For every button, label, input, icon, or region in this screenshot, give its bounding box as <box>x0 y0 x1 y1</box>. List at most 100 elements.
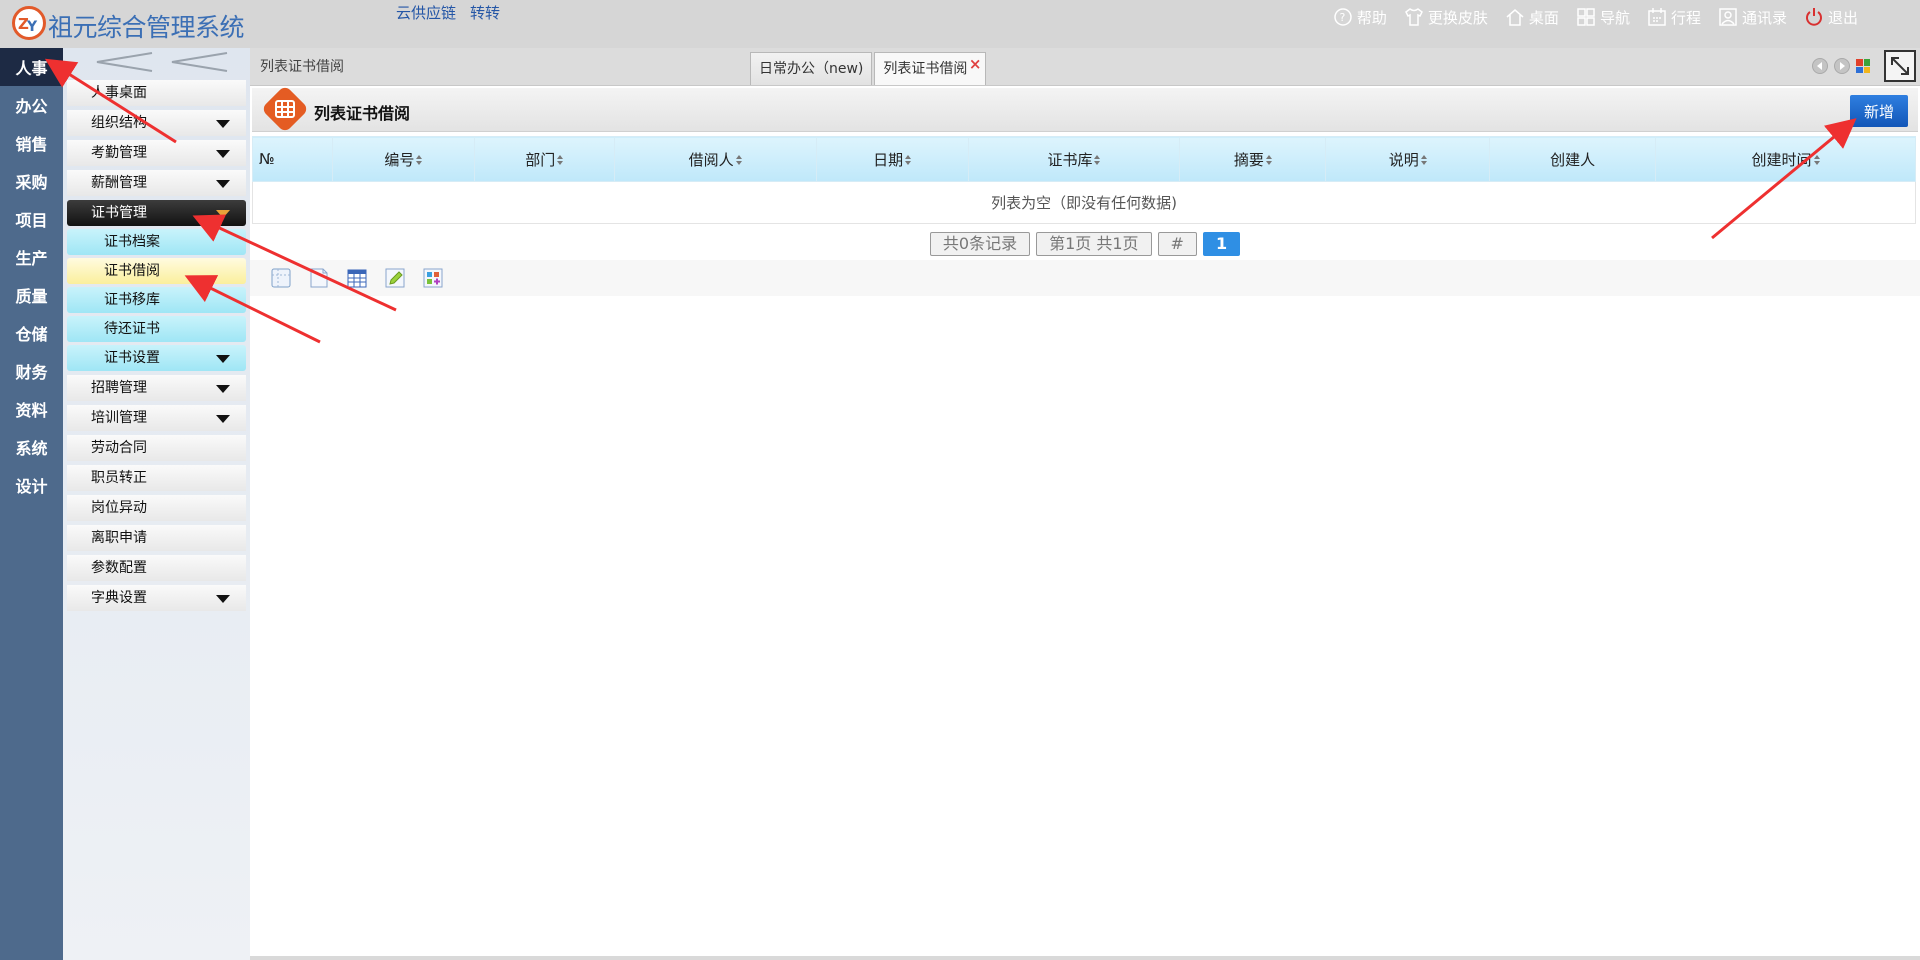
power-icon <box>1806 8 1822 26</box>
submenu-item-label: 参数配置 <box>91 560 147 576</box>
fullscreen-button[interactable] <box>1884 50 1916 82</box>
page-jump-button[interactable]: # <box>1157 232 1197 256</box>
submenu-item[interactable]: 待还证书 <box>67 316 246 342</box>
page-icon <box>310 268 328 288</box>
tab-1[interactable]: 列表证书借阅 × <box>874 52 987 85</box>
sort-icon[interactable] <box>1420 155 1427 165</box>
sort-icon[interactable] <box>1094 155 1101 165</box>
column-header-label: 创建时间 <box>1751 150 1812 169</box>
svg-text:Y: Y <box>26 19 38 35</box>
submenu-item[interactable]: 考勤管理 <box>67 140 246 166</box>
sort-icon[interactable] <box>905 155 912 165</box>
submenu-item[interactable]: 薪酬管理 <box>67 170 246 196</box>
add-button[interactable]: 新增 <box>1850 95 1908 127</box>
top-links: 云供应链 转转 <box>396 2 500 23</box>
submenu-item[interactable]: 证书移库 <box>67 287 246 313</box>
submenu-item[interactable]: 职员转正 <box>67 465 246 491</box>
submenu-item[interactable]: 培训管理 <box>67 405 246 431</box>
module-item-3[interactable]: 采购 <box>0 162 63 200</box>
submenu-group-label: 证书管理 <box>91 205 147 221</box>
sort-icon[interactable] <box>416 155 423 165</box>
sort-icon[interactable] <box>1813 155 1820 165</box>
blank-page-button[interactable] <box>306 265 332 291</box>
submenu-item[interactable]: 证书借阅 <box>67 258 246 284</box>
home-icon <box>1506 9 1524 26</box>
calendar-view-button[interactable] <box>344 265 370 291</box>
submenu-item-label: 薪酬管理 <box>91 175 147 191</box>
data-table: № 编号 部门 借阅人 日期 证书库 摘要 说明 创建人 创建时间 列表为空（即没有任何数据) <box>252 136 1916 224</box>
tab-0[interactable]: 日常办公（new) <box>750 52 873 85</box>
empty-message: 列表为空（即没有任何数据) <box>252 181 1916 224</box>
module-item-1[interactable]: 办公 <box>0 86 63 124</box>
collapse-menu-icon[interactable] <box>63 48 250 76</box>
column-header[interactable]: 说明 <box>1325 136 1491 182</box>
sort-icon[interactable] <box>735 155 742 165</box>
module-item-0[interactable]: 人事 <box>0 48 63 86</box>
column-header[interactable]: 编号 <box>331 136 475 182</box>
submenu-item[interactable]: 参数配置 <box>67 555 246 581</box>
module-item-5[interactable]: 生产 <box>0 238 63 276</box>
submenu-item-label: 证书档案 <box>104 234 160 250</box>
column-header[interactable]: 证书库 <box>967 136 1181 182</box>
current-page-button[interactable]: 1 <box>1202 232 1241 256</box>
module-item-8[interactable]: 财务 <box>0 352 63 390</box>
app-logo-icon: ZY <box>12 6 46 40</box>
page-title: 列表证书借阅 <box>314 104 411 123</box>
submenu-item[interactable]: 离职申请 <box>67 525 246 551</box>
module-item-11[interactable]: 设计 <box>0 466 63 504</box>
column-header[interactable]: 摘要 <box>1179 136 1327 182</box>
pagination: 共0条记录 第1页 共1页 # 1 <box>250 232 1920 256</box>
sort-icon[interactable] <box>1265 155 1272 165</box>
app-title: 祖元综合管理系统 <box>48 13 245 42</box>
tshirt-icon <box>1404 8 1423 26</box>
module-item-4[interactable]: 项目 <box>0 200 63 238</box>
submenu-item[interactable]: 证书档案 <box>67 229 246 255</box>
main-content: 列表证书借阅 日常办公（new) 列表证书借阅 × 列表证书借阅 新增 № 编号… <box>250 48 1920 956</box>
column-settings-button[interactable] <box>268 265 294 291</box>
column-header[interactable]: 部门 <box>473 136 615 182</box>
submenu-item[interactable]: 组织结构 <box>67 110 246 136</box>
add-row-button[interactable] <box>420 265 446 291</box>
sort-icon[interactable] <box>557 155 564 165</box>
submenu-item[interactable]: 招聘管理 <box>67 375 246 401</box>
top-action-1[interactable]: 更换皮肤 <box>1403 6 1488 28</box>
submenu-item-label: 职员转正 <box>91 470 147 486</box>
column-header-label: 证书库 <box>1047 150 1093 169</box>
breadcrumb: 列表证书借阅 <box>260 59 344 75</box>
submenu-group-active[interactable]: 证书管理 <box>67 200 246 226</box>
top-action-label: 帮助 <box>1356 8 1387 27</box>
module-item-7[interactable]: 仓储 <box>0 314 63 352</box>
calendar-icon <box>1648 8 1666 26</box>
column-header[interactable]: 创建时间 <box>1655 136 1916 182</box>
top-link-1[interactable]: 转转 <box>470 2 500 23</box>
module-item-6[interactable]: 质量 <box>0 276 63 314</box>
edit-button[interactable] <box>382 265 408 291</box>
close-tab-icon[interactable]: × <box>969 48 982 80</box>
tab-scroll-left-icon[interactable] <box>1812 58 1828 74</box>
submenu-item[interactable]: 人事桌面 <box>67 80 246 106</box>
top-action-3[interactable]: 导航 <box>1575 6 1630 28</box>
module-item-9[interactable]: 资料 <box>0 390 63 428</box>
module-item-2[interactable]: 销售 <box>0 124 63 162</box>
top-action-4[interactable]: 行程 <box>1646 6 1701 28</box>
top-action-2[interactable]: 桌面 <box>1504 6 1559 28</box>
submenu-item[interactable]: 岗位异动 <box>67 495 246 521</box>
column-header[interactable]: 借阅人 <box>613 136 817 182</box>
module-item-10[interactable]: 系统 <box>0 428 63 466</box>
add-grid-icon <box>423 268 443 288</box>
submenu-item[interactable]: 字典设置 <box>67 585 246 611</box>
submenu-item-label: 证书移库 <box>104 292 160 308</box>
tab-menu-icon[interactable] <box>1856 59 1870 73</box>
column-header[interactable]: 日期 <box>815 136 969 182</box>
top-link-0[interactable]: 云供应链 <box>396 2 456 23</box>
top-action-label: 行程 <box>1670 8 1701 27</box>
submenu-item[interactable]: 证书设置 <box>67 345 246 371</box>
tab-label: 日常办公（new) <box>759 61 864 77</box>
submenu-item-label: 证书设置 <box>104 350 160 366</box>
top-action-5[interactable]: 通讯录 <box>1717 6 1787 28</box>
tab-scroll-right-icon[interactable] <box>1834 58 1850 74</box>
top-right-toolbar: ? 帮助 更换皮肤 桌面 导航 行程 通讯录 退出 <box>1332 6 1858 28</box>
submenu-item[interactable]: 劳动合同 <box>67 435 246 461</box>
top-action-6[interactable]: 退出 <box>1803 6 1858 28</box>
top-action-0[interactable]: ? 帮助 <box>1332 6 1387 28</box>
